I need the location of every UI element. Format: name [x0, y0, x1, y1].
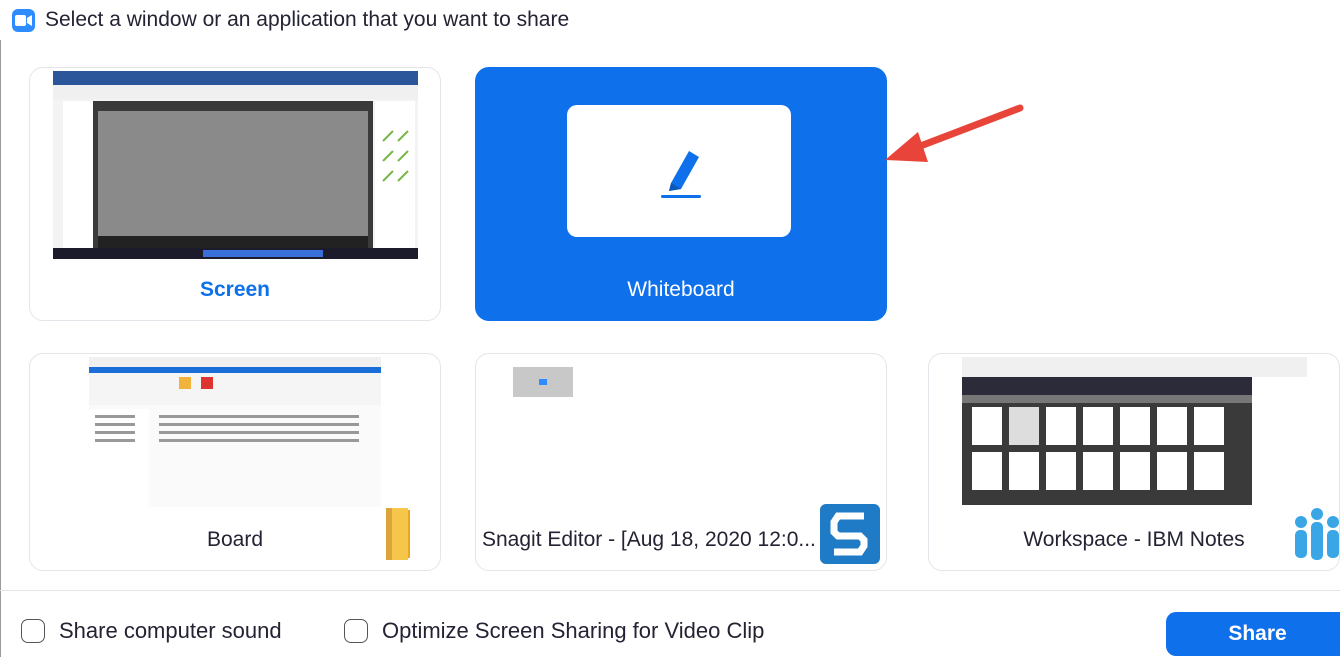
- share-tile-screen[interactable]: Screen: [29, 67, 441, 321]
- ibm-notes-icon: [1295, 508, 1339, 560]
- share-sound-label: Share computer sound: [59, 618, 282, 643]
- window-border: [0, 40, 1, 657]
- snagit-thumbnail: [513, 357, 573, 397]
- whiteboard-card: [567, 105, 791, 237]
- ibm-notes-thumbnail: [962, 357, 1307, 505]
- share-button[interactable]: Share: [1166, 612, 1340, 656]
- optimize-video-option[interactable]: Optimize Screen Sharing for Video Clip: [344, 618, 764, 644]
- tile-label: Screen: [199, 278, 271, 301]
- desktop-screenshot-thumbnail: [53, 71, 418, 259]
- snagit-icon: [820, 504, 880, 564]
- tile-label: Workspace - IBM Notes: [1023, 528, 1245, 551]
- share-tile-whiteboard[interactable]: Whiteboard: [475, 67, 887, 321]
- share-tile-ibm-notes[interactable]: Workspace - IBM Notes: [928, 353, 1340, 571]
- folder-icon: [386, 508, 410, 560]
- zoom-camera-icon: [12, 9, 35, 32]
- pen-icon: [661, 151, 701, 198]
- file-explorer-thumbnail: [89, 357, 381, 507]
- optimize-video-label: Optimize Screen Sharing for Video Clip: [382, 618, 765, 643]
- optimize-video-checkbox[interactable]: [344, 619, 368, 643]
- tile-label: Snagit Editor - [Aug 18, 2020 12:0...: [482, 528, 816, 551]
- title-bar: Select a window or an application that y…: [0, 0, 1340, 40]
- tile-label: Whiteboard: [627, 278, 735, 301]
- share-sound-checkbox[interactable]: [21, 619, 45, 643]
- footer-divider: [0, 590, 1340, 591]
- share-tile-snagit[interactable]: Snagit Editor - [Aug 18, 2020 12:0...: [475, 353, 887, 571]
- annotation-arrow-icon: [885, 104, 1024, 162]
- share-sound-option[interactable]: Share computer sound: [21, 618, 282, 644]
- share-tile-board[interactable]: Board: [29, 353, 441, 571]
- dialog-title: Select a window or an application that y…: [45, 8, 570, 31]
